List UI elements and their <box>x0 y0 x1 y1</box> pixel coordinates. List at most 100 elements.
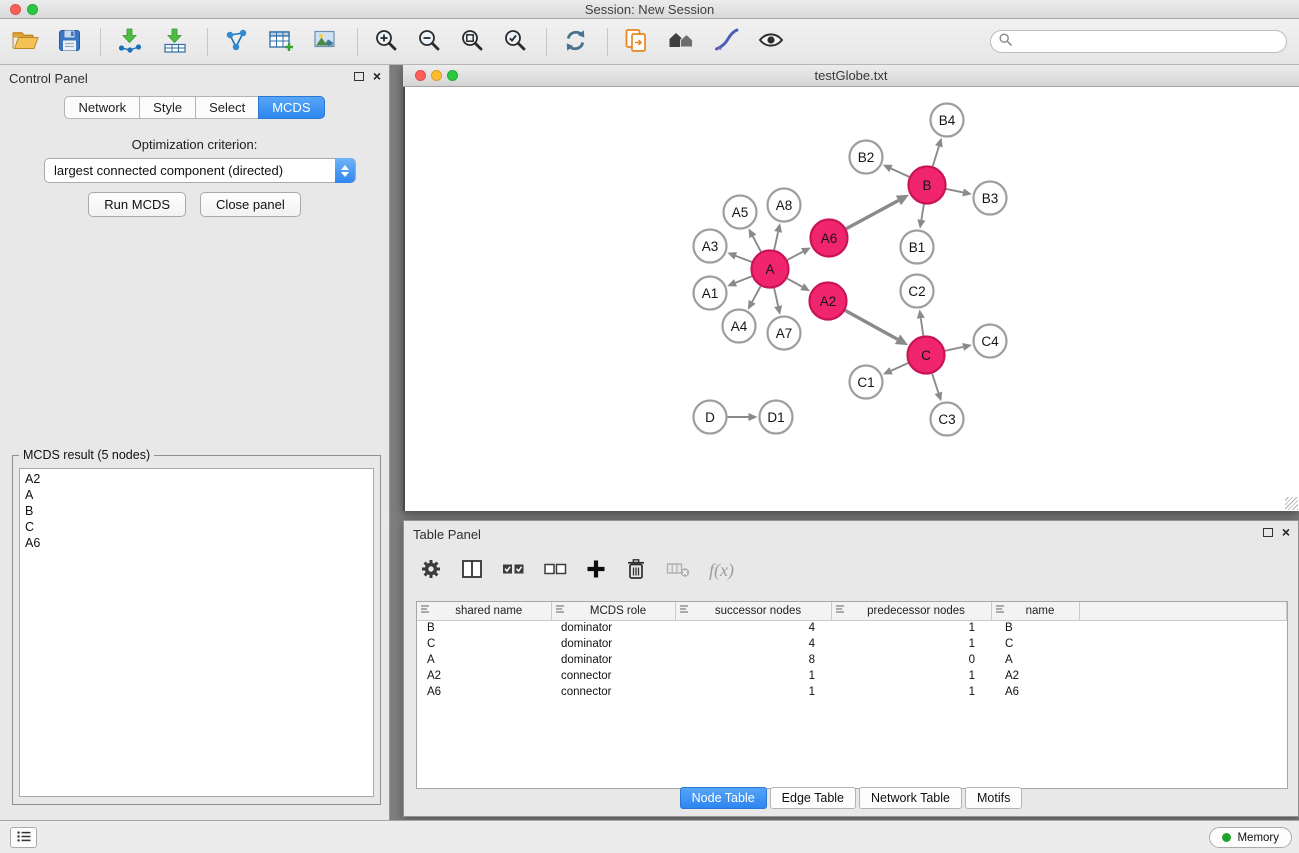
new-table-button[interactable] <box>266 26 296 58</box>
graph-edge-A2-C[interactable] <box>845 310 897 339</box>
import-network-icon <box>117 28 143 56</box>
task-history-button[interactable] <box>10 827 37 848</box>
zoom-out-button[interactable] <box>415 26 443 58</box>
column-header-mcds-role[interactable]: MCDS role <box>551 602 675 620</box>
graph-edge-B-B2[interactable] <box>891 168 909 176</box>
graph-edge-B-B4[interactable] <box>933 146 939 166</box>
function-builder-label: f(x) <box>709 560 734 581</box>
table-cell: 1 <box>831 668 991 684</box>
graph-node-label: B2 <box>858 150 875 165</box>
table-cell: B <box>417 620 551 636</box>
search-box[interactable] <box>990 30 1287 53</box>
graph-edge-A-A7[interactable] <box>774 288 778 306</box>
table-cell: A2 <box>417 668 551 684</box>
show-hide-button[interactable] <box>756 26 786 58</box>
table-row[interactable]: A2connector11A2 <box>417 668 1287 684</box>
float-panel-icon[interactable] <box>354 72 364 81</box>
column-header-name[interactable]: name <box>991 602 1079 620</box>
table-tab-edge-table[interactable]: Edge Table <box>770 787 856 809</box>
memory-label: Memory <box>1237 832 1279 844</box>
open-recent-button[interactable] <box>622 26 651 58</box>
delete-button[interactable] <box>625 558 647 583</box>
zoom-selected-button[interactable] <box>501 26 529 58</box>
select-all-button[interactable] <box>502 558 525 583</box>
graph-edge-A-A6[interactable] <box>787 252 803 260</box>
edge-arrowhead-icon <box>917 219 925 229</box>
control-tab-select[interactable]: Select <box>195 96 259 119</box>
network-canvas[interactable]: B4B2BB3A5A8A6B1A3AC2A1A2A4A7C4CC1C3DD1 <box>403 87 1299 511</box>
apply-style-button[interactable] <box>712 26 741 58</box>
graph-edge-A-A3[interactable] <box>736 256 752 262</box>
graph-edge-A-A1[interactable] <box>736 276 752 283</box>
import-network-file-button[interactable] <box>115 26 145 58</box>
float-table-panel-icon[interactable] <box>1263 528 1273 537</box>
edge-arrowhead-icon <box>962 343 972 351</box>
control-tab-network[interactable]: Network <box>64 96 140 119</box>
table-toolbar: f(x) <box>420 553 734 587</box>
network-window-titlebar[interactable]: testGlobe.txt <box>403 65 1299 87</box>
close-panel-icon[interactable]: × <box>373 71 381 81</box>
graph-edge-C-C2[interactable] <box>921 318 923 335</box>
graph-edge-A6-B[interactable] <box>846 200 898 228</box>
table-tab-network-table[interactable]: Network Table <box>859 787 962 809</box>
close-panel-button[interactable]: Close panel <box>200 192 301 217</box>
apply-layout-button[interactable] <box>561 26 590 58</box>
show-columns-button[interactable] <box>461 558 483 583</box>
export-image-button[interactable] <box>311 26 340 58</box>
table-row[interactable]: A6connector11A6 <box>417 684 1287 700</box>
deselect-all-button[interactable] <box>544 558 567 583</box>
run-mcds-button[interactable]: Run MCDS <box>88 192 186 217</box>
column-header-successor-nodes[interactable]: successor nodes <box>675 602 831 620</box>
graph-node-label: A8 <box>776 198 793 213</box>
graph-edge-B-B1[interactable] <box>921 204 924 220</box>
network-nodes-icon <box>224 28 249 56</box>
open-session-button[interactable] <box>10 26 41 58</box>
network-window-title: testGlobe.txt <box>403 68 1299 83</box>
table-settings-button[interactable] <box>420 558 442 583</box>
mcds-result-item[interactable]: C <box>20 519 373 535</box>
mcds-result-item[interactable]: A2 <box>20 471 373 487</box>
mcds-result-list[interactable]: A2ABCA6 <box>19 468 374 797</box>
add-column-button[interactable] <box>586 559 606 582</box>
close-table-panel-icon[interactable]: × <box>1282 527 1290 537</box>
graph-edge-A-A2[interactable] <box>787 278 802 286</box>
graph-edge-A-A5[interactable] <box>753 236 761 251</box>
mcds-result-item[interactable]: A <box>20 487 373 503</box>
optimization-criterion-select[interactable]: largest connected component (directed) <box>44 158 356 183</box>
toolbar-separator <box>607 28 608 56</box>
table-tab-motifs[interactable]: Motifs <box>965 787 1022 809</box>
home-views-button[interactable] <box>666 26 697 58</box>
graph-edge-C-C3[interactable] <box>932 374 938 393</box>
graph-edge-A-A4[interactable] <box>752 286 761 302</box>
resize-grip[interactable] <box>1285 497 1298 510</box>
mcds-result-item[interactable]: A6 <box>20 535 373 551</box>
table-cell-empty <box>1079 620 1287 636</box>
graph-edge-C-C4[interactable] <box>945 347 963 351</box>
plus-icon <box>586 559 606 582</box>
table-row[interactable]: Cdominator41C <box>417 636 1287 652</box>
table-tab-node-table[interactable]: Node Table <box>680 787 767 809</box>
table-cell: 4 <box>675 636 831 652</box>
memory-button[interactable]: Memory <box>1209 827 1292 848</box>
import-table-file-button[interactable] <box>160 26 190 58</box>
column-header-predecessor-nodes[interactable]: predecessor nodes <box>831 602 991 620</box>
search-input[interactable] <box>1017 35 1278 49</box>
graph-edge-C-C1[interactable] <box>891 363 908 371</box>
table-cell: connector <box>551 684 675 700</box>
deselect-all-icon <box>544 558 567 583</box>
column-header-shared-name[interactable]: shared name <box>417 602 551 620</box>
graph-edge-A-A8[interactable] <box>774 232 778 250</box>
zoom-in-button[interactable] <box>372 26 400 58</box>
zoom-out-icon <box>417 28 441 55</box>
table-row[interactable]: Adominator80A <box>417 652 1287 668</box>
save-session-button[interactable] <box>56 26 83 58</box>
columns-icon <box>461 558 483 583</box>
graph-edge-B-B3[interactable] <box>946 189 963 193</box>
control-tab-style[interactable]: Style <box>139 96 196 119</box>
control-tab-mcds[interactable]: MCDS <box>258 96 324 119</box>
new-network-button[interactable] <box>222 26 251 58</box>
control-panel-title: Control Panel <box>9 71 88 86</box>
zoom-fit-button[interactable] <box>458 26 486 58</box>
mcds-result-item[interactable]: B <box>20 503 373 519</box>
table-row[interactable]: Bdominator41B <box>417 620 1287 636</box>
